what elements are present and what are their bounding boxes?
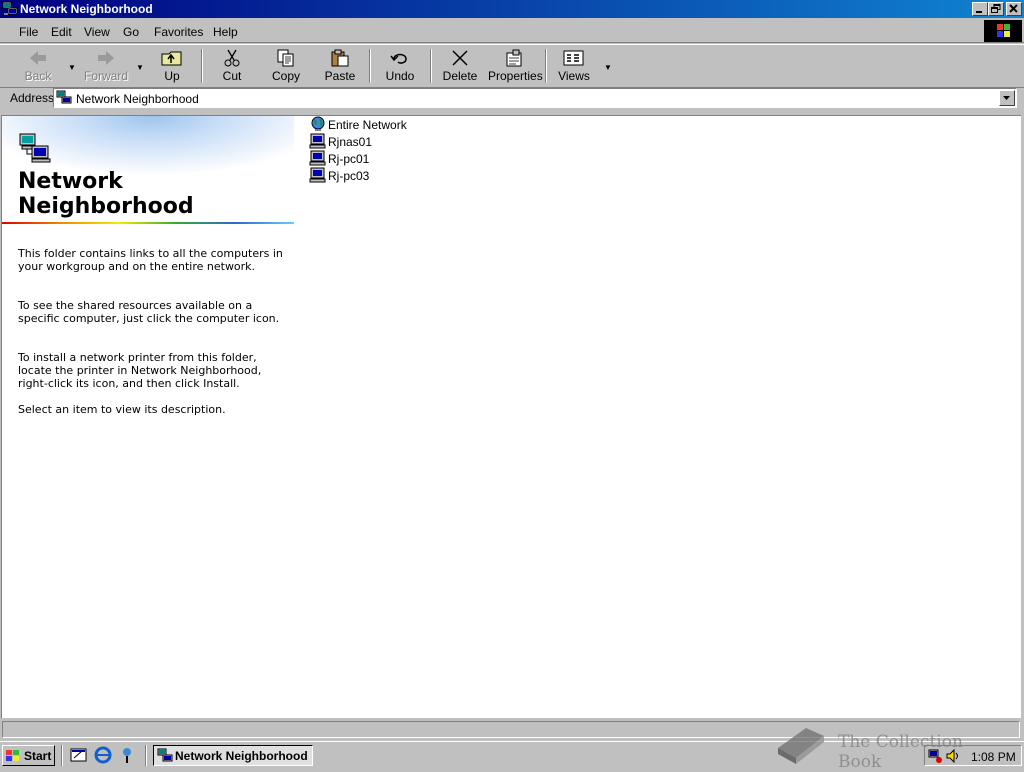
restore-button[interactable]	[988, 2, 1004, 16]
menu-view[interactable]: View	[84, 25, 110, 39]
address-label: Address	[10, 91, 55, 105]
back-button[interactable]: Back	[18, 47, 58, 85]
menu-go[interactable]: Go	[123, 25, 139, 39]
views-button[interactable]: Views	[556, 47, 592, 85]
paste-button[interactable]: Paste	[320, 47, 360, 85]
up-button[interactable]: Up	[154, 47, 190, 85]
taskbar-separator	[145, 745, 147, 766]
network-neighborhood-icon	[2, 1, 18, 15]
copy-icon	[277, 49, 294, 67]
menu-bar: File Edit View Go Favorites Help	[0, 20, 1024, 43]
address-dropdown-button[interactable]	[999, 90, 1015, 106]
description-paragraph: Select an item to view its description.	[18, 403, 226, 416]
computer-icon	[309, 150, 326, 166]
views-dropdown-icon[interactable]: ▼	[604, 63, 612, 72]
page-title: Network Neighborhood	[18, 169, 194, 219]
up-folder-icon	[161, 51, 182, 66]
undo-button[interactable]: Undo	[380, 47, 420, 85]
forward-dropdown-icon[interactable]: ▼	[136, 63, 144, 72]
web-view-panel: Network Neighborhood This folder contain…	[2, 116, 294, 716]
back-arrow-icon	[30, 51, 46, 65]
taskbar-window-button[interactable]: Network Neighborhood	[153, 745, 313, 766]
properties-icon	[506, 49, 522, 67]
menu-help[interactable]: Help	[213, 25, 238, 39]
minimize-button[interactable]	[972, 2, 988, 16]
forward-arrow-icon	[98, 51, 114, 65]
channels-icon[interactable]	[118, 746, 136, 764]
watermark: The Collection Book	[770, 718, 1010, 772]
description-paragraph: To install a network printer from this f…	[18, 351, 262, 390]
address-value: Network Neighborhood	[76, 92, 199, 106]
toolbar-separator	[201, 49, 203, 83]
show-desktop-icon[interactable]	[70, 746, 88, 764]
properties-button[interactable]: Properties	[488, 47, 543, 85]
delete-button[interactable]: Delete	[440, 47, 480, 85]
internet-explorer-icon[interactable]	[94, 746, 112, 764]
windows-flag-icon	[6, 750, 19, 761]
network-computers-icon	[19, 133, 51, 163]
copy-button[interactable]: Copy	[266, 47, 306, 85]
globe-icon	[311, 116, 325, 131]
toolbar: Back ▼ Forward ▼ Up Cut Copy Paste Undo …	[0, 44, 1024, 88]
undo-icon	[390, 53, 407, 64]
computer-icon	[309, 133, 326, 149]
minimize-icon	[976, 11, 982, 13]
restore-icon	[991, 4, 1001, 13]
description-paragraph: To see the shared resources available on…	[18, 299, 280, 325]
paste-icon	[331, 49, 349, 67]
close-button[interactable]	[1006, 2, 1022, 16]
toolbar-separator	[545, 49, 547, 83]
address-input[interactable]: Network Neighborhood	[53, 88, 1017, 108]
scissors-icon	[224, 49, 240, 67]
title-bar[interactable]: Network Neighborhood	[0, 0, 1024, 18]
menu-file[interactable]: File	[19, 25, 38, 39]
close-icon	[1009, 4, 1018, 13]
toolbar-separator	[430, 49, 432, 83]
cut-button[interactable]: Cut	[214, 47, 250, 85]
forward-button[interactable]: Forward	[84, 47, 128, 85]
rainbow-divider	[2, 222, 294, 224]
views-icon	[563, 50, 584, 66]
window-title: Network Neighborhood	[20, 2, 153, 16]
address-bar: Address Network Neighborhood	[0, 87, 1024, 111]
folder-view: Network Neighborhood This folder contain…	[1, 115, 1021, 718]
windows-logo-icon	[984, 20, 1022, 42]
description-paragraph: This folder contains links to all the co…	[18, 247, 283, 273]
computer-icon	[309, 167, 326, 183]
menu-favorites[interactable]: Favorites	[154, 25, 203, 39]
network-neighborhood-icon	[56, 90, 72, 104]
start-button[interactable]: Start	[2, 745, 55, 766]
delete-x-icon	[452, 50, 468, 66]
chevron-down-icon	[1003, 96, 1010, 100]
book-icon	[778, 728, 824, 764]
toolbar-separator	[369, 49, 371, 83]
taskbar-separator	[61, 745, 63, 766]
back-dropdown-icon[interactable]: ▼	[68, 63, 76, 72]
network-neighborhood-icon	[157, 748, 173, 762]
menu-edit[interactable]: Edit	[51, 25, 72, 39]
